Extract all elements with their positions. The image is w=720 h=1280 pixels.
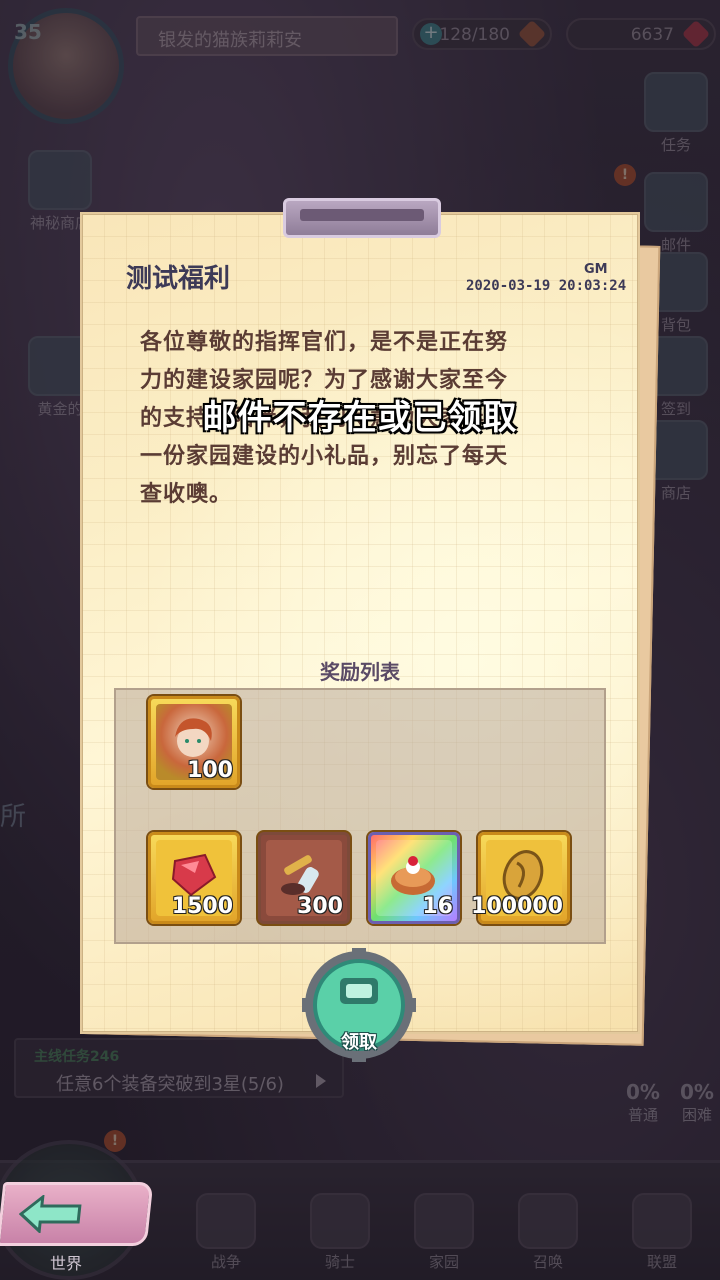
arrow-left-icon (18, 1195, 82, 1233)
reward-gold-coin[interactable]: 100000 (471, 832, 570, 924)
reward-hero-shard[interactable]: 100 (148, 696, 240, 788)
claim-label: 领取 (341, 1032, 377, 1053)
mail-date: 2020-03-19 20:03:24 (466, 278, 627, 294)
body-line: 一份家园建设的小礼品，别忘了每天 (140, 444, 509, 469)
reward-qty: 1500 (171, 894, 233, 919)
mail-sender: GM (584, 262, 608, 277)
mail-title: 测试福利 (126, 264, 231, 294)
reward-brush-tools[interactable]: 300 (258, 832, 350, 924)
world-label: 世界 (50, 1254, 83, 1273)
rewards-title: 奖励列表 (320, 660, 400, 684)
reward-qty: 100000 (471, 894, 563, 919)
reward-ruby[interactable]: 1500 (148, 832, 240, 924)
reward-qty: 300 (297, 894, 343, 919)
paper-clip (283, 198, 441, 238)
body-line: 查收噢。 (140, 482, 233, 507)
reward-qty: 16 (422, 894, 453, 919)
back-button[interactable] (0, 1182, 154, 1246)
toast-message: 邮件不存在或已领取 (202, 398, 518, 438)
reward-qty: 100 (187, 758, 233, 783)
body-line: 各位尊敬的指挥官们，是不是正在努 (140, 330, 509, 355)
reward-cherry-pie[interactable]: 16 (368, 832, 460, 924)
